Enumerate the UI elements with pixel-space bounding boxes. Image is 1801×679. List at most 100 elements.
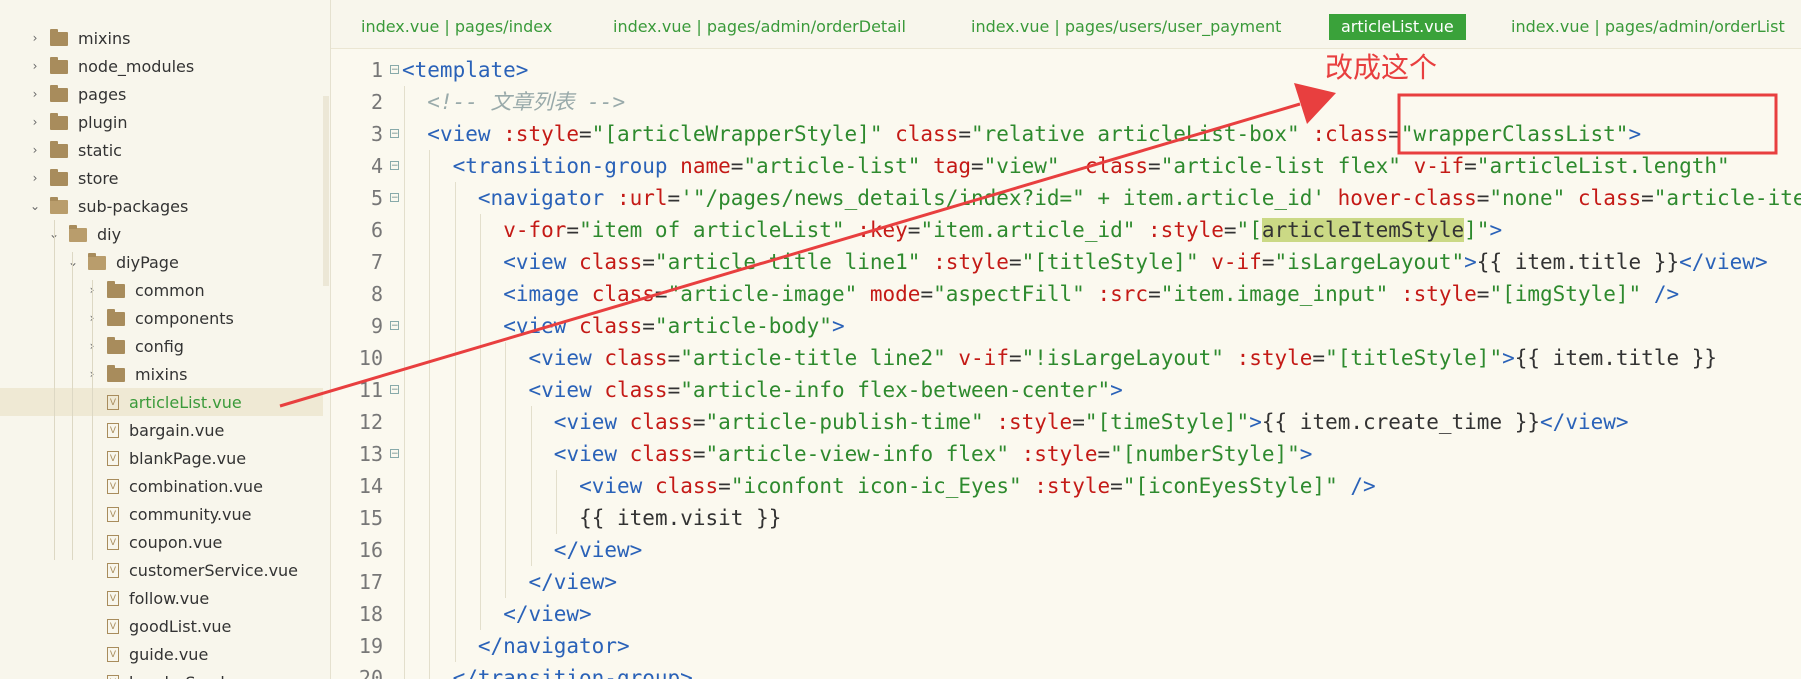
indent-guide [454, 246, 456, 278]
code-text: <transition-group name="article-list" ta… [453, 150, 1730, 182]
code-text: <image class="article-image" mode="aspec… [503, 278, 1679, 310]
tree-file-item[interactable]: VblankPage.vue [0, 444, 323, 472]
code-editor[interactable]: 1− <template> 2 <!-- 文章列表 --> 3− <view :style… [331, 49, 1801, 679]
code-line[interactable]: 16 </view> [331, 534, 1801, 566]
tree-folder-item[interactable]: › store [0, 164, 323, 192]
tree-file-item[interactable]: VgoodList.vue [0, 612, 323, 640]
code-line[interactable]: 5− <navigator :url='"/pages/news_details/… [331, 182, 1801, 214]
tree-folder-item[interactable]: ⌄ sub-packages [0, 192, 323, 220]
tree-file-item[interactable]: Vcoupon.vue [0, 528, 323, 556]
vue-file-icon: V [107, 646, 119, 662]
code-token: :style [1148, 218, 1224, 242]
chevron-right-icon[interactable]: › [28, 115, 42, 129]
code-text: </view> [503, 598, 592, 630]
vue-file-icon: V [107, 562, 119, 578]
code-line[interactable]: 6 v-for="item of articleList" :key="item.… [331, 214, 1801, 246]
vue-file-icon: V [107, 450, 119, 466]
tree-file-item[interactable]: VarticleList.vue [0, 388, 323, 416]
code-token: <image [503, 282, 592, 306]
code-text: <view :style="[articleWrapperStyle]" cla… [427, 118, 1641, 150]
tree-file-item[interactable]: VcustomerService.vue [0, 556, 323, 584]
code-token: :style [1400, 282, 1477, 306]
chevron-right-icon[interactable]: › [28, 171, 42, 185]
code-text: <view class="iconfont icon-ic_Eyes" :sty… [579, 470, 1376, 502]
indent-guide [479, 534, 481, 566]
fold-toggle-icon[interactable]: − [390, 449, 399, 459]
tree-file-item[interactable]: Vfollow.vue [0, 584, 323, 612]
tab-index-admin-orderlist[interactable]: index.vue | pages/admin/orderList [1511, 14, 1785, 40]
indent-guide [429, 502, 431, 534]
fold-toggle-icon[interactable]: − [390, 385, 399, 395]
tree-file-item[interactable]: Vcommunity.vue [0, 500, 323, 528]
fold-toggle-icon[interactable]: − [390, 193, 399, 203]
tree-folder-item[interactable]: › static [0, 136, 323, 164]
tree-folder-item[interactable]: ⌄ diyPage [0, 248, 323, 276]
code-line[interactable]: 2 <!-- 文章列表 --> [331, 86, 1801, 118]
chevron-right-icon[interactable]: › [28, 59, 42, 73]
code-line[interactable]: 9− <view class="article-body"> [331, 310, 1801, 342]
tree-folder-item[interactable]: › pages [0, 80, 323, 108]
chevron-down-icon[interactable]: ⌄ [28, 199, 42, 213]
tree-folder-item[interactable]: ›config [0, 332, 323, 360]
indent-guide [555, 502, 557, 534]
fold-toggle-icon[interactable]: − [390, 161, 399, 171]
fold-toggle-icon[interactable]: − [390, 129, 399, 139]
tree-folder-item[interactable]: › plugin [0, 108, 323, 136]
code-token: {{ item.title }} [1476, 250, 1680, 274]
fold-toggle-icon[interactable]: − [390, 65, 399, 75]
code-line[interactable]: 15 {{ item.visit }} [331, 502, 1801, 534]
code-line[interactable]: 18 </view> [331, 598, 1801, 630]
tab-articlelist[interactable]: articleList.vue [1329, 14, 1466, 40]
tab-index-admin-orderdetail[interactable]: index.vue | pages/admin/orderDetail [613, 14, 906, 40]
tree-item-label: community.vue [129, 504, 252, 524]
code-line[interactable]: 3− <view :style="[articleWrapperStyle]" c… [331, 118, 1801, 150]
tree-folder-item[interactable]: ⌄diy [0, 220, 323, 248]
code-line[interactable]: 10 <view class="article-title line2" v-if… [331, 342, 1801, 374]
code-token: class [629, 442, 693, 466]
folder-icon [69, 225, 87, 242]
tree-item-label: blankPage.vue [129, 448, 247, 468]
code-line[interactable]: 4− <transition-group name="article-list" … [331, 150, 1801, 182]
code-line[interactable]: 17 </view> [331, 566, 1801, 598]
code-token: :style [996, 410, 1073, 434]
code-line[interactable]: 14 <view class="iconfont icon-ic_Eyes" :s… [331, 470, 1801, 502]
code-line[interactable]: 13− <view class="article-view-info flex" … [331, 438, 1801, 470]
folder-icon [50, 141, 68, 158]
line-number: 2 [370, 90, 383, 114]
tab-index-users-user-payment[interactable]: index.vue | pages/users/user_payment [971, 14, 1281, 40]
tree-file-item[interactable]: Vbargain.vue [0, 416, 323, 444]
tree-folder-item[interactable]: ›mixins [0, 360, 323, 388]
code-line[interactable]: 19 </navigator> [331, 630, 1801, 662]
tree-file-item[interactable]: Vcombination.vue [0, 472, 323, 500]
code-token: = [920, 282, 934, 306]
code-line[interactable]: 12 <view class="article-publish-time" :st… [331, 406, 1801, 438]
tree-item-label: pages [78, 84, 127, 104]
tree-folder-item[interactable]: ›components [0, 304, 323, 332]
chevron-right-icon[interactable]: › [28, 143, 42, 157]
indent-guide [505, 342, 507, 374]
indent-guide [479, 278, 481, 310]
fold-toggle-icon[interactable]: − [390, 321, 399, 331]
code-token: </view> [503, 602, 592, 626]
tree-folder-item[interactable]: ›common [0, 276, 323, 304]
tree-file-item[interactable]: VheaderSerch.vue [0, 668, 323, 679]
chevron-right-icon[interactable]: › [28, 87, 42, 101]
code-token: v-for [503, 218, 567, 242]
code-line[interactable]: 7 <view class="article-title line1" :styl… [331, 246, 1801, 278]
indent-guide [479, 310, 481, 342]
tree-folder-item[interactable]: ›mixins [0, 24, 323, 52]
tree-file-item[interactable]: Vguide.vue [0, 640, 323, 668]
code-token: <template> [402, 58, 529, 82]
sidebar-scrollbar[interactable] [323, 96, 329, 286]
chevron-right-icon[interactable]: › [28, 31, 42, 45]
code-line[interactable]: 11− <view class="article-info flex-betwee… [331, 374, 1801, 406]
code-token: = [692, 442, 706, 466]
code-line[interactable]: 8 <image class="article-image" mode="aspe… [331, 278, 1801, 310]
code-line[interactable]: 20 </transition-group> [331, 662, 1801, 679]
tree-item-label: sub-packages [78, 196, 189, 216]
tab-index-pages-index[interactable]: index.vue | pages/index [361, 14, 552, 40]
chevron-down-icon[interactable]: ⌄ [66, 255, 80, 269]
code-token: "article-list" [743, 154, 934, 178]
code-line[interactable]: 1− <template> [331, 54, 1801, 86]
tree-folder-item[interactable]: › node_modules [0, 52, 323, 80]
